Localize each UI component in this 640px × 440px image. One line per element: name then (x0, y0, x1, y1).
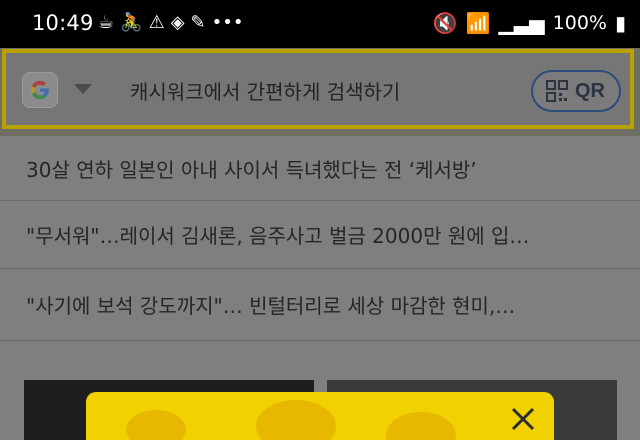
battery-percent: 100% (552, 12, 607, 34)
coin-decoration (126, 410, 186, 440)
google-icon (30, 80, 49, 100)
news-item[interactable]: "무서워"…레이서 김새론, 음주사고 벌금 2000만 원에 입… (0, 201, 640, 269)
coin-decoration (256, 400, 336, 440)
warning-icon: ⚠ (148, 12, 165, 33)
signal-icon: ▁▃▅ (498, 11, 545, 35)
more-icon: ••• (211, 12, 244, 33)
status-time: 10:49 (32, 11, 94, 35)
status-right: 🔇 📶 ▁▃▅ 100% ▮ (433, 11, 626, 35)
google-engine-button[interactable] (22, 72, 58, 108)
gem-icon: ◈ (170, 12, 185, 33)
mute-icon: 🔇 (432, 11, 458, 35)
qr-icon (546, 80, 568, 102)
coin-decoration (386, 412, 456, 440)
coffee-icon: ☕ (98, 12, 115, 33)
popup-banner[interactable] (86, 392, 554, 440)
status-bar: 10:49 ☕ 🚴 ⚠ ◈ ✎ ••• 🔇 📶 ▁▃▅ 100% ▮ (0, 0, 640, 48)
close-icon[interactable] (506, 402, 540, 436)
battery-icon: ▮ (614, 11, 626, 35)
search-input[interactable]: 캐시워크에서 간편하게 검색하기 (130, 76, 400, 105)
news-list: 30살 연하 일본인 아내 사이서 득녀했다는 전 ‘케서방’ "무서워"…레이… (0, 136, 640, 341)
bike-icon: 🚴 (120, 12, 143, 33)
wifi-icon: 📶 (465, 11, 491, 35)
chevron-down-icon[interactable] (74, 84, 92, 94)
status-left-icons: ☕ 🚴 ⚠ ◈ ✎ ••• (98, 12, 244, 34)
news-item[interactable]: 30살 연하 일본인 아내 사이서 득녀했다는 전 ‘케서방’ (0, 136, 640, 201)
news-item[interactable]: "사기에 보석 강도까지"… 빈털터리로 세상 마감한 현미,… (0, 269, 640, 341)
qr-button[interactable]: QR (531, 70, 621, 112)
qr-label: QR (575, 79, 605, 102)
tool-icon: ✎ (190, 12, 206, 33)
